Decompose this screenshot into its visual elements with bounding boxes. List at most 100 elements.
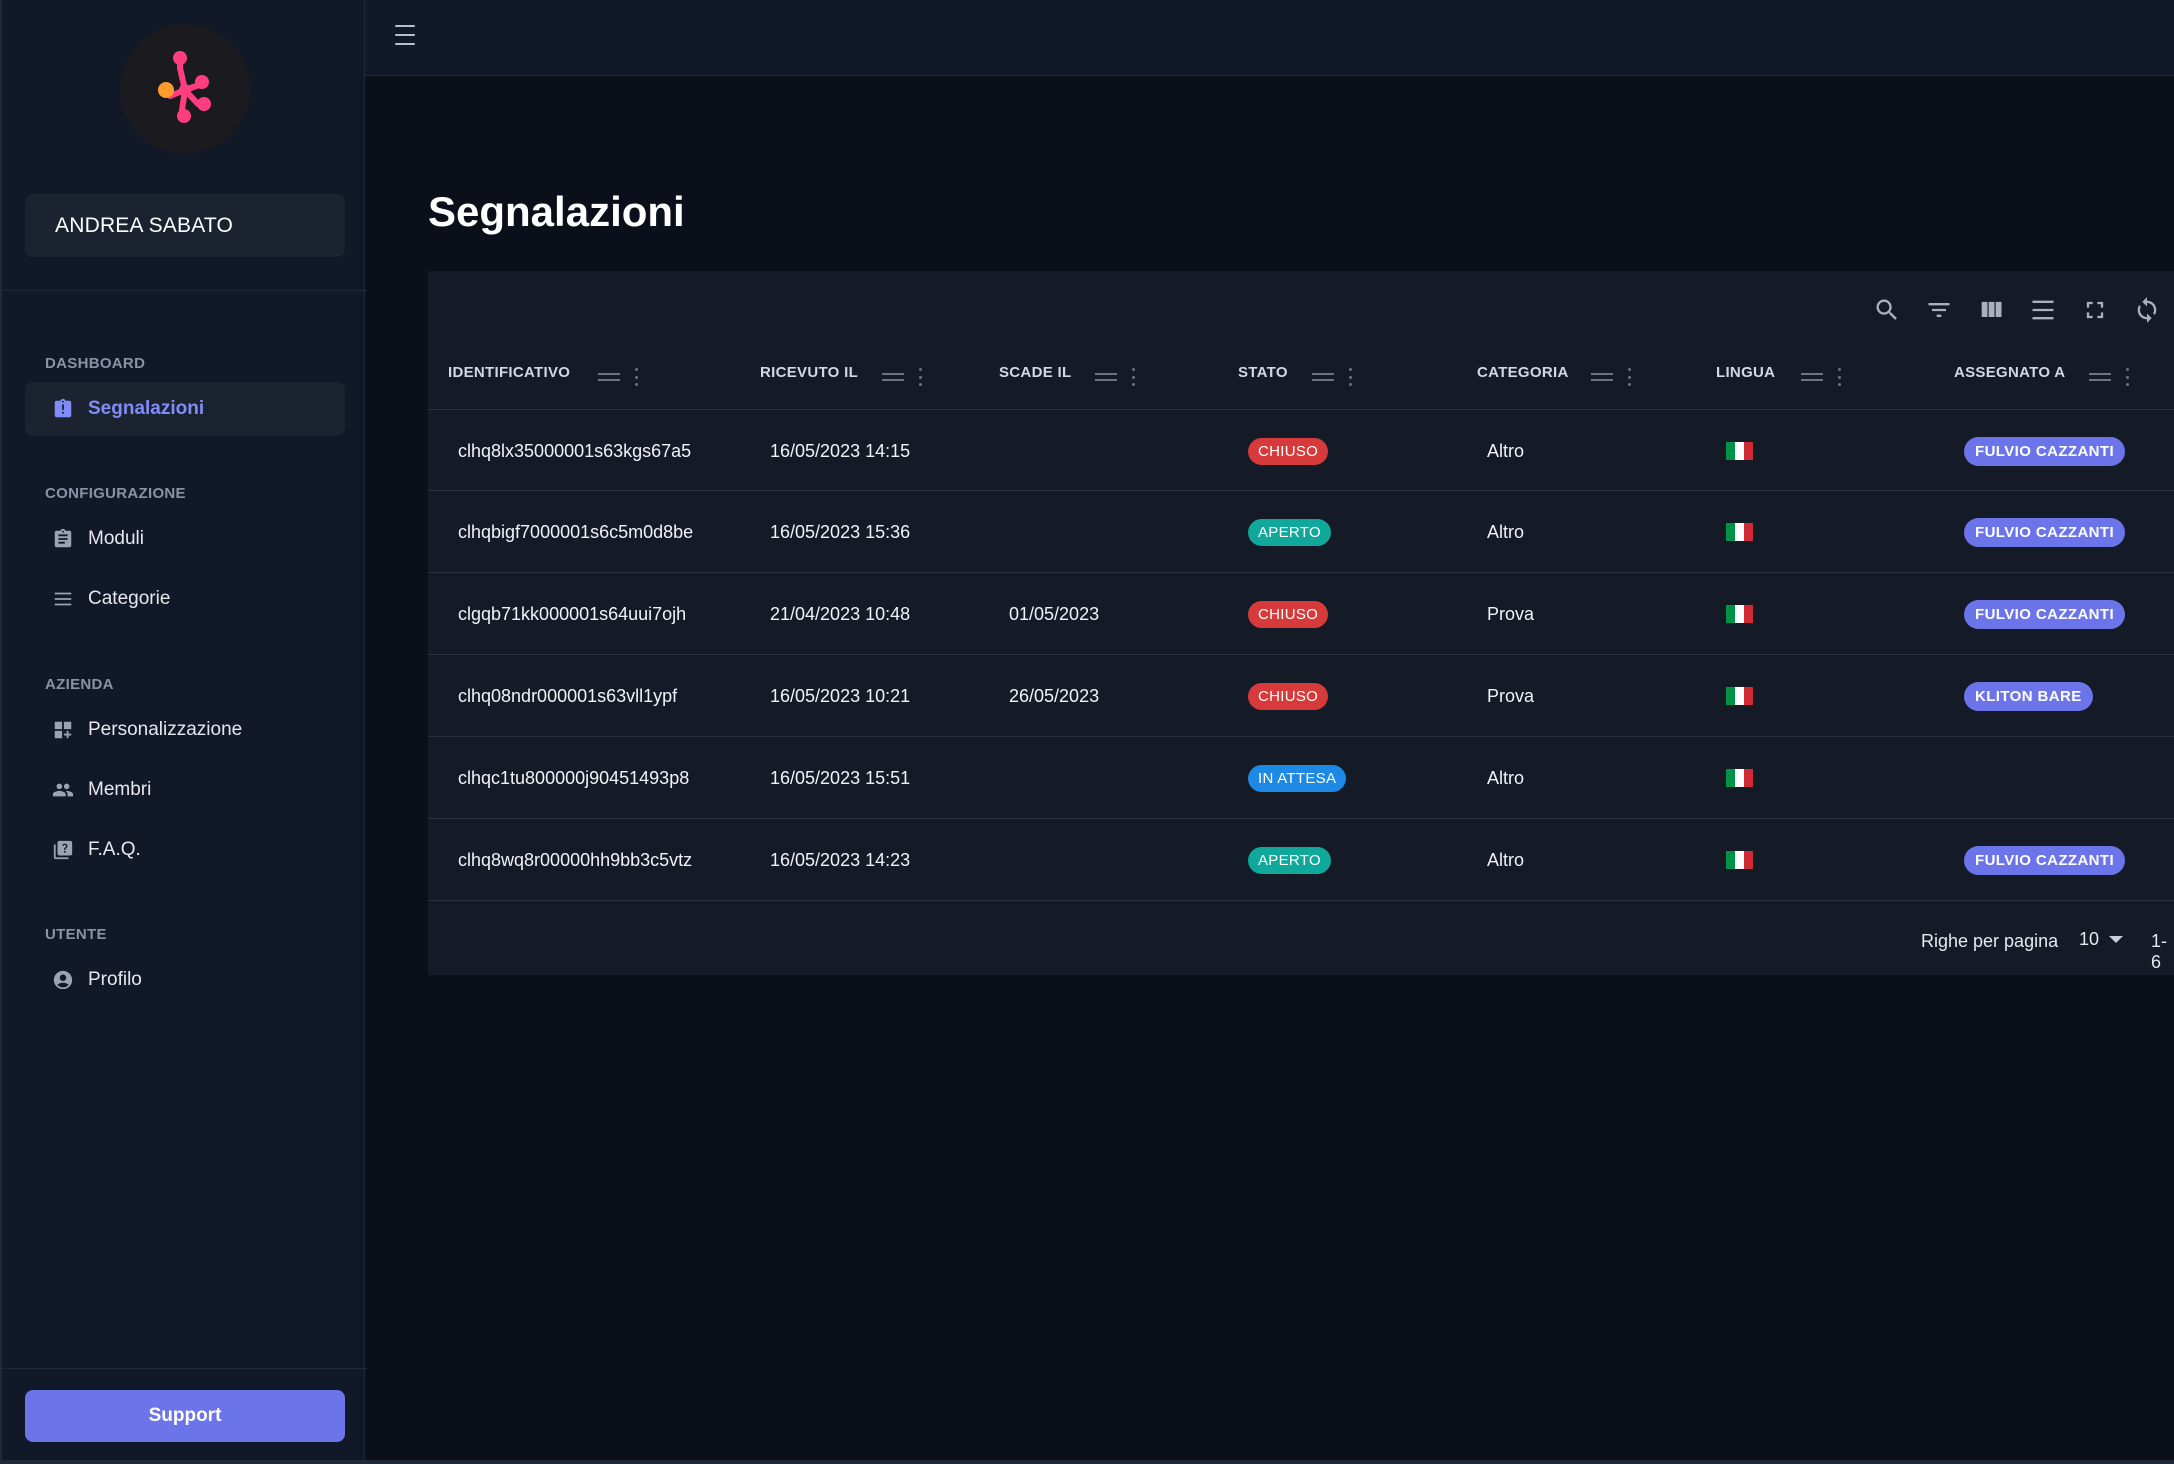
column-header-lingua[interactable]: LINGUA [1716, 364, 1775, 381]
brand-logo [120, 24, 250, 154]
column-menu-icon[interactable] [1836, 368, 1842, 386]
table-row[interactable]: clhq8lx35000001s63kgs67a5 16/05/2023 14:… [428, 409, 2174, 491]
cell-id: clgqb71kk000001s64uui7ojh [458, 603, 687, 624]
sidebar-item-label: F.A.Q. [88, 839, 141, 860]
table-row[interactable]: clhq8wq8r00000hh9bb3c5vtz 16/05/2023 14:… [428, 819, 2174, 901]
cell-category: Prova [1487, 685, 1535, 706]
sidebar-item-label: Profilo [88, 969, 142, 990]
status-badge: IN ATTESA [1248, 764, 1347, 792]
status-badge: CHIUSO [1248, 600, 1329, 628]
sidebar-item-membri[interactable]: Membri [25, 763, 345, 817]
table-row[interactable]: clhq08ndr000001s63vll1ypf 16/05/2023 10:… [428, 655, 2174, 737]
reports-table: IDENTIFICATIVO RICEVUTO IL SCADE IL STAT… [428, 271, 2174, 975]
sidebar-bottom-divider [2, 1368, 367, 1369]
cell-received: 16/05/2023 10:21 [770, 685, 911, 706]
rows-per-page-label: Righe per pagina [1921, 931, 2059, 951]
column-drag-handle[interactable] [1312, 372, 1334, 382]
column-drag-handle[interactable] [2089, 372, 2111, 382]
column-menu-icon[interactable] [917, 368, 923, 386]
refresh-icon[interactable] [2132, 295, 2162, 325]
user-name-card[interactable]: ANDREA SABATO [25, 194, 345, 257]
column-menu-icon[interactable] [1626, 368, 1632, 386]
status-badge: APERTO [1248, 846, 1331, 874]
column-menu-icon[interactable] [1130, 368, 1136, 386]
cell-due: 01/05/2023 [1009, 603, 1100, 624]
account-circle-icon [52, 969, 74, 991]
people-icon [52, 779, 74, 801]
column-drag-handle[interactable] [1801, 372, 1823, 382]
clipboard-list-icon [52, 528, 74, 550]
column-header-identificativo[interactable]: IDENTIFICATIVO [448, 364, 570, 381]
column-header-scade-il[interactable]: SCADE IL [999, 364, 1071, 381]
italian-flag-icon [1726, 769, 1753, 787]
window-bottom-edge [0, 1460, 2174, 1464]
assignee-chip[interactable]: FULVIO CAZZANTI [1964, 845, 2126, 875]
status-badge: APERTO [1248, 518, 1331, 546]
column-drag-handle[interactable] [1591, 372, 1613, 382]
sidebar-item-faq[interactable]: F.A.Q. [25, 823, 345, 877]
cell-category: Altro [1487, 440, 1525, 461]
sidebar-item-label: Membri [88, 779, 152, 800]
cell-id: clhq8lx35000001s63kgs67a5 [458, 440, 692, 461]
filter-icon[interactable] [1924, 295, 1954, 325]
column-menu-icon[interactable] [2124, 368, 2130, 386]
section-title-dashboard: DASHBOARD [45, 355, 146, 372]
table-row[interactable]: clgqb71kk000001s64uui7ojh 21/04/2023 10:… [428, 573, 2174, 655]
quiz-icon [52, 839, 74, 861]
sidebar-divider [2, 290, 367, 291]
cell-category: Altro [1487, 767, 1525, 788]
sidebar-item-moduli[interactable]: Moduli [25, 512, 345, 566]
sidebar-item-personalizzazione[interactable]: Personalizzazione [25, 703, 345, 757]
status-badge: CHIUSO [1248, 437, 1329, 465]
column-menu-icon[interactable] [1347, 368, 1353, 386]
cell-received: 21/04/2023 10:48 [770, 603, 911, 624]
fullscreen-icon[interactable] [2080, 295, 2110, 325]
assignee-chip[interactable]: KLITON BARE [1964, 681, 2093, 711]
column-drag-handle[interactable] [1095, 372, 1117, 382]
sidebar: ANDREA SABATO DASHBOARD Segnalazioni CON… [0, 0, 367, 1464]
table-row[interactable]: clhqbigf7000001s6c5m0d8be 16/05/2023 15:… [428, 491, 2174, 573]
sidebar-item-segnalazioni[interactable]: Segnalazioni [25, 382, 345, 436]
assignee-chip[interactable]: FULVIO CAZZANTI [1964, 517, 2126, 547]
app: ANDREA SABATO DASHBOARD Segnalazioni CON… [0, 0, 2174, 1464]
molecule-logo-icon [158, 51, 211, 123]
table-row[interactable]: clhqc1tu800000j90451493p8 16/05/2023 15:… [428, 737, 2174, 819]
cell-received: 16/05/2023 15:36 [770, 521, 911, 542]
density-icon[interactable] [2028, 295, 2058, 325]
assignee-chip[interactable]: FULVIO CAZZANTI [1964, 599, 2126, 629]
cell-due: 26/05/2023 [1009, 685, 1100, 706]
support-button[interactable]: Support [25, 1390, 345, 1442]
sidebar-item-profilo[interactable]: Profilo [25, 953, 345, 1007]
assignee-chip[interactable]: FULVIO CAZZANTI [1964, 436, 2126, 466]
rows-per-page-value: 10 [2079, 929, 2100, 949]
cell-received: 16/05/2023 14:23 [770, 849, 911, 870]
italian-flag-icon [1726, 851, 1753, 869]
status-badge: CHIUSO [1248, 682, 1329, 710]
cell-id: clhqbigf7000001s6c5m0d8be [458, 521, 694, 542]
cell-id: clhq08ndr000001s63vll1ypf [458, 685, 678, 706]
user-name: ANDREA SABATO [55, 213, 234, 237]
top-bar [365, 0, 2174, 76]
cell-category: Prova [1487, 603, 1535, 624]
search-icon[interactable] [1872, 295, 1902, 325]
italian-flag-icon [1726, 442, 1753, 460]
sidebar-item-label: Segnalazioni [88, 398, 205, 419]
column-header-categoria[interactable]: CATEGORIA [1477, 364, 1569, 381]
chevron-down-icon [2109, 936, 2124, 943]
column-drag-handle[interactable] [598, 372, 620, 382]
rows-per-page-select[interactable]: 10 [2079, 929, 2124, 950]
pagination-range: 1-6 [2151, 931, 2168, 972]
list-icon [52, 588, 74, 610]
cell-id: clhqc1tu800000j90451493p8 [458, 767, 690, 788]
columns-icon[interactable] [1976, 295, 2006, 325]
column-header-stato[interactable]: STATO [1238, 364, 1288, 381]
clipboard-alert-icon [52, 398, 74, 420]
column-drag-handle[interactable] [882, 372, 904, 382]
cell-category: Altro [1487, 849, 1525, 870]
sidebar-item-categorie[interactable]: Categorie [25, 572, 345, 626]
column-menu-icon[interactable] [633, 368, 639, 386]
cell-id: clhq8wq8r00000hh9bb3c5vtz [458, 849, 693, 870]
column-header-ricevuto-il[interactable]: RICEVUTO IL [760, 364, 858, 381]
menu-toggle-icon[interactable] [395, 25, 415, 45]
column-header-assegnato-a[interactable]: ASSEGNATO A [1954, 364, 2065, 381]
